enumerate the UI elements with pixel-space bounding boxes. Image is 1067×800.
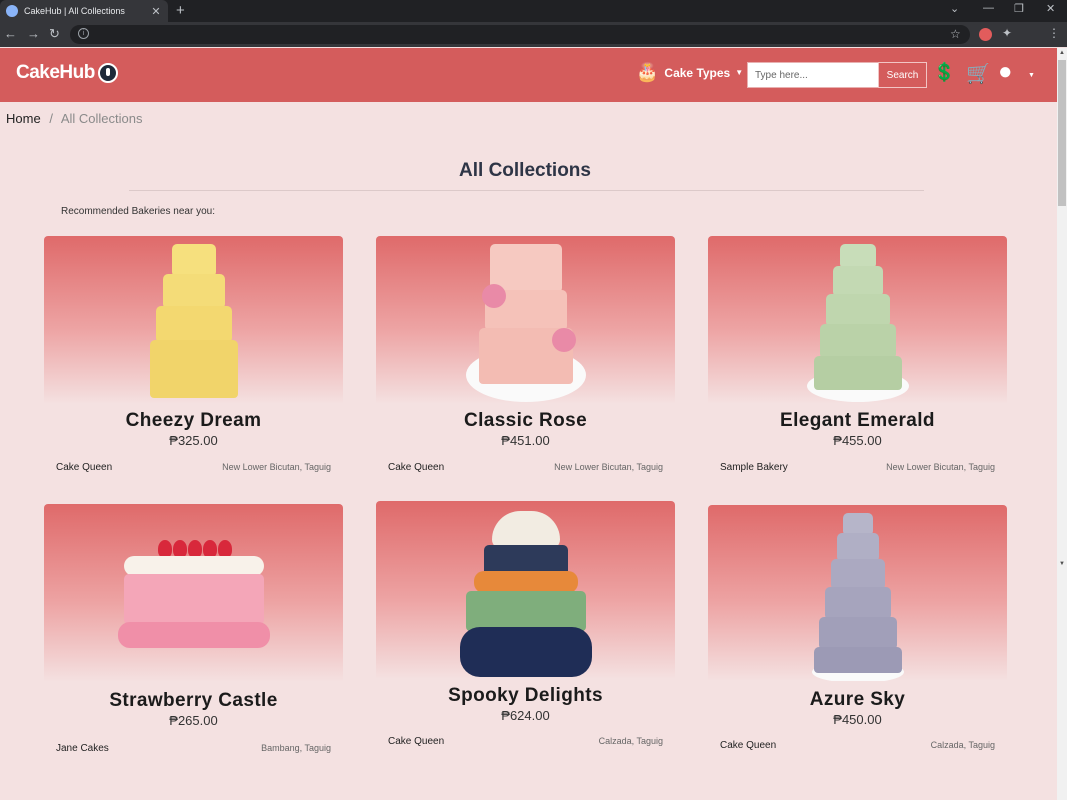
user-avatar-icon[interactable]: ●	[998, 58, 1013, 86]
page-scrollbar[interactable]: ▲ ▼	[1057, 48, 1067, 800]
cake-types-dropdown[interactable]: 🎂 Cake Types ▼	[636, 62, 743, 83]
birthday-cake-icon: 🎂	[636, 62, 659, 82]
product-card[interactable]: Strawberry Castle ₱265.00 Jane Cakes Bam…	[44, 504, 343, 754]
scroll-up-icon[interactable]: ▲	[1059, 50, 1065, 56]
extension-icon[interactable]	[979, 28, 992, 41]
bookmark-star-icon[interactable]: ☆	[950, 27, 961, 41]
scroll-down-icon[interactable]: ▼	[1059, 561, 1065, 567]
forward-button[interactable]: →	[27, 26, 40, 41]
browser-tab-bar: CakeHub | All Collections ✕ + ⌄ — ❐ ✕	[0, 0, 1067, 22]
product-image[interactable]	[44, 504, 343, 682]
logo-text: CakeHub	[16, 62, 95, 83]
product-name[interactable]: Azure Sky	[708, 689, 1007, 711]
bakery-name[interactable]: Sample Bakery	[720, 462, 788, 473]
maximize-button[interactable]: ❐	[1014, 2, 1024, 15]
product-image[interactable]	[376, 501, 675, 679]
extensions-puzzle-icon[interactable]: ✦	[1002, 26, 1012, 40]
product-name[interactable]: Classic Rose	[376, 410, 675, 432]
user-caret-icon[interactable]: ▼	[1028, 72, 1035, 79]
reload-button[interactable]: ↻	[49, 26, 60, 42]
product-card[interactable]: Azure Sky ₱450.00 Cake Queen Calzada, Ta…	[708, 505, 1007, 751]
minimize-button[interactable]: —	[983, 2, 994, 14]
product-card[interactable]: Spooky Delights ₱624.00 Cake Queen Calza…	[376, 501, 675, 747]
scroll-thumb[interactable]	[1058, 60, 1066, 206]
product-price: ₱450.00	[833, 712, 882, 727]
product-name[interactable]: Cheezy Dream	[44, 410, 343, 432]
bakery-location: Calzada, Taguig	[598, 736, 663, 746]
product-name[interactable]: Strawberry Castle	[44, 690, 343, 712]
product-card[interactable]: Classic Rose ₱451.00 Cake Queen New Lowe…	[376, 236, 675, 473]
product-price: ₱624.00	[501, 708, 550, 723]
hand-money-icon[interactable]: 💲	[933, 62, 955, 83]
product-price: ₱455.00	[833, 433, 882, 448]
product-image[interactable]	[708, 236, 1007, 404]
browser-toolbar: ← → ↻ i ☆ ✦ ⋮	[0, 22, 1067, 47]
product-name[interactable]: Elegant Emerald	[708, 410, 1007, 432]
caret-down-icon: ▼	[735, 68, 744, 77]
bakery-location: New Lower Bicutan, Taguig	[886, 462, 995, 472]
tab-close-icon[interactable]: ✕	[150, 5, 162, 18]
recommended-label: Recommended Bakeries near you:	[61, 206, 215, 217]
favicon-icon	[6, 5, 18, 17]
breadcrumb-separator: /	[49, 111, 53, 126]
product-name[interactable]: Spooky Delights	[376, 685, 675, 707]
search-button[interactable]: Search	[878, 62, 927, 88]
bakery-name[interactable]: Cake Queen	[388, 462, 444, 473]
bakery-name[interactable]: Cake Queen	[56, 462, 112, 473]
close-window-button[interactable]: ✕	[1046, 2, 1055, 15]
page-title: All Collections	[459, 160, 591, 181]
cart-icon[interactable]: 🛒	[966, 61, 991, 86]
product-price: ₱325.00	[169, 433, 218, 448]
search-input[interactable]	[747, 62, 878, 88]
product-price: ₱265.00	[169, 713, 218, 728]
site-info-icon[interactable]: i	[78, 28, 89, 39]
new-tab-button[interactable]: +	[176, 2, 185, 19]
breadcrumb: Home / All Collections	[6, 111, 143, 126]
browser-menu-icon[interactable]: ⋮	[1048, 26, 1060, 40]
title-divider	[129, 190, 924, 191]
tab-title: CakeHub | All Collections	[24, 6, 125, 16]
site-header: CakeHub 🎂 Cake Types ▼ Search 💲 🛒 ● ▼	[0, 48, 1057, 102]
bakery-location: Bambang, Taguig	[261, 743, 331, 753]
breadcrumb-current: All Collections	[60, 111, 143, 126]
logo-icon	[97, 63, 118, 83]
browser-tab[interactable]: CakeHub | All Collections ✕	[0, 0, 168, 22]
cakehub-logo[interactable]: CakeHub	[16, 62, 118, 84]
bakery-location: Calzada, Taguig	[930, 740, 995, 750]
product-card[interactable]: Elegant Emerald ₱455.00 Sample Bakery Ne…	[708, 236, 1007, 473]
product-price: ₱451.00	[501, 433, 550, 448]
address-bar[interactable]: i ☆	[70, 25, 970, 44]
tab-search-icon[interactable]: ⌄	[950, 2, 959, 15]
bakery-name[interactable]: Jane Cakes	[56, 743, 109, 754]
breadcrumb-home[interactable]: Home	[6, 111, 41, 126]
product-image[interactable]	[376, 236, 675, 404]
product-image[interactable]	[44, 236, 343, 404]
product-card[interactable]: Cheezy Dream ₱325.00 Cake Queen New Lowe…	[44, 236, 343, 473]
back-button[interactable]: ←	[4, 26, 17, 41]
bakery-name[interactable]: Cake Queen	[720, 740, 776, 751]
bakery-name[interactable]: Cake Queen	[388, 736, 444, 747]
product-image[interactable]	[708, 505, 1007, 681]
bakery-location: New Lower Bicutan, Taguig	[222, 462, 331, 472]
bakery-location: New Lower Bicutan, Taguig	[554, 462, 663, 472]
cake-types-label: Cake Types	[664, 65, 731, 80]
